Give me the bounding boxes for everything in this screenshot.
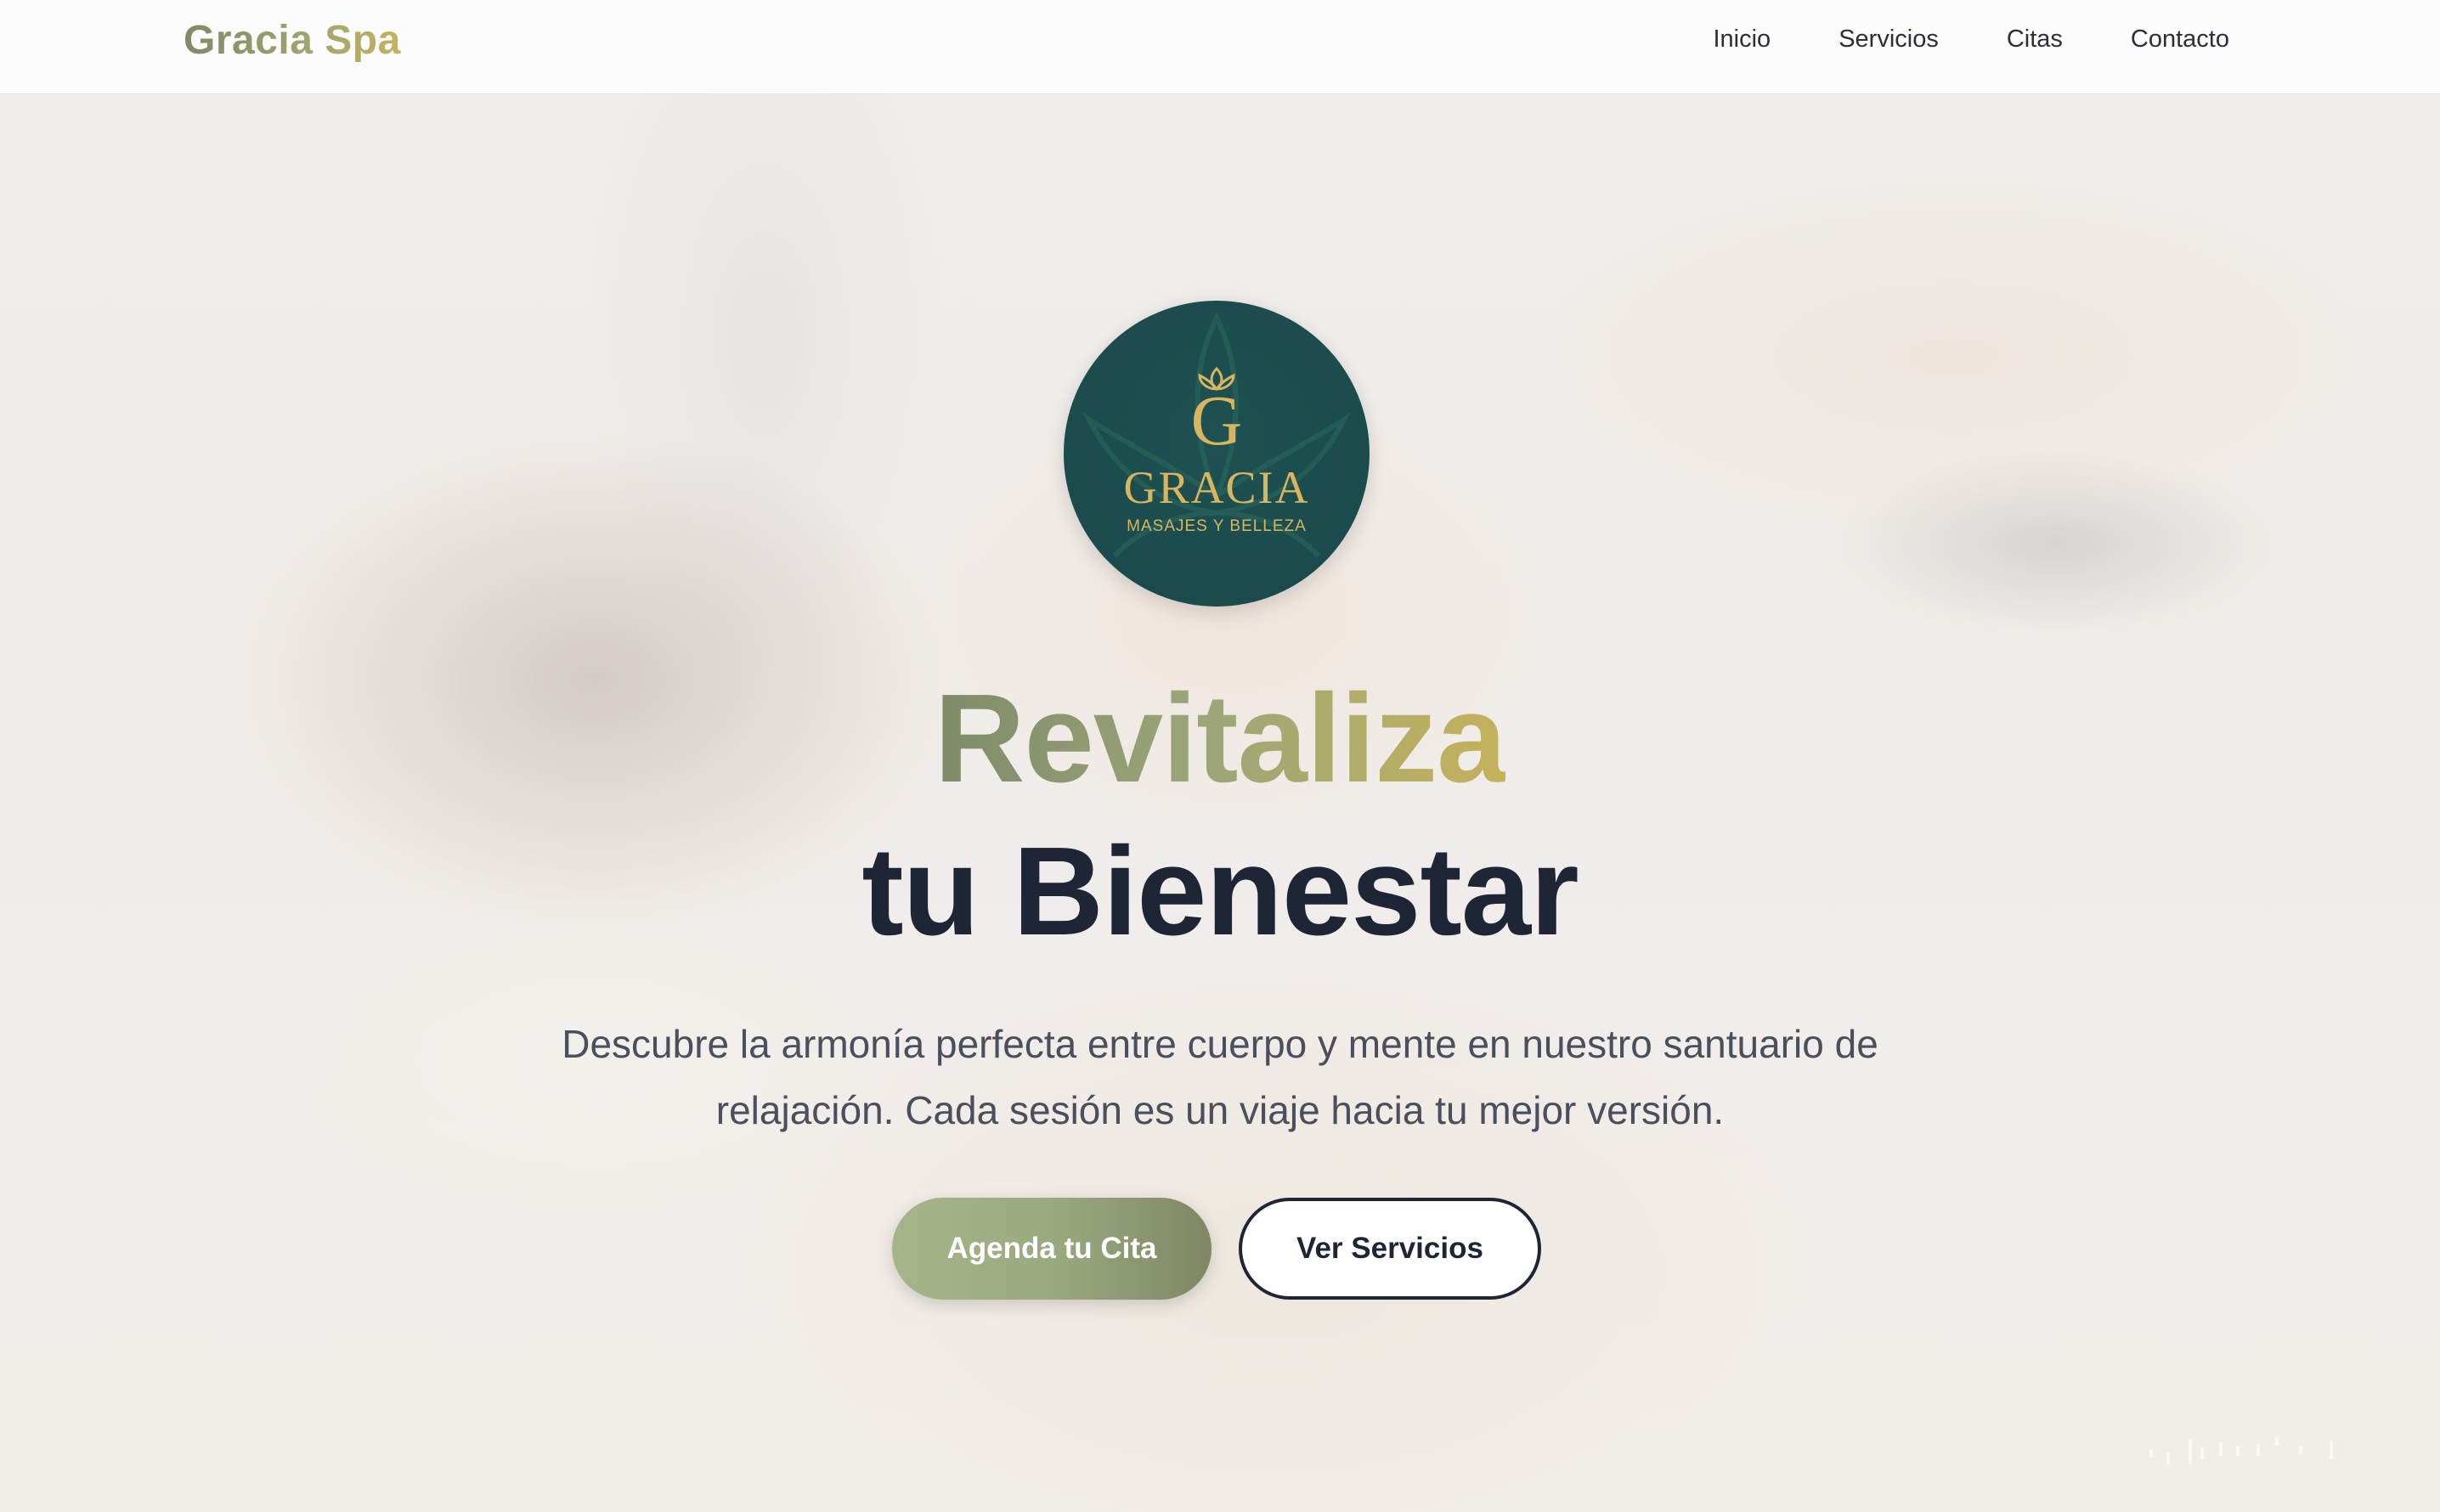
logo-initial: G bbox=[1190, 381, 1243, 460]
main-nav: Inicio Servicios Citas Contacto bbox=[1713, 24, 2229, 54]
hero-title-line-1: Revitaliza bbox=[0, 671, 2440, 807]
background-watermark-icon bbox=[2149, 1437, 2333, 1464]
nav-link-citas[interactable]: Citas bbox=[2007, 24, 2063, 54]
hero-subtitle: Descubre la armonía perfecta entre cuerp… bbox=[562, 1022, 1878, 1132]
spa-logo-badge: G GRACIA MASAJES Y BELLEZA bbox=[1064, 301, 1370, 606]
hero-title-highlight: Revitaliza bbox=[934, 669, 1507, 809]
hero-title-line-2: tu Bienestar bbox=[861, 821, 1579, 962]
site-header: Gracia Spa Inicio Servicios Citas Contac… bbox=[0, 0, 2440, 94]
book-appointment-button[interactable]: Agenda tu Cita bbox=[892, 1198, 1212, 1300]
logo-tagline: MASAJES Y BELLEZA bbox=[1127, 517, 1307, 535]
nav-link-contacto[interactable]: Contacto bbox=[2131, 24, 2229, 54]
brand-logo-text[interactable]: Gracia Spa bbox=[184, 15, 401, 66]
logo-name: GRACIA bbox=[1123, 462, 1310, 513]
nav-link-servicios[interactable]: Servicios bbox=[1838, 24, 1939, 54]
nav-link-inicio[interactable]: Inicio bbox=[1713, 24, 1771, 54]
view-services-button[interactable]: Ver Servicios bbox=[1239, 1198, 1541, 1300]
